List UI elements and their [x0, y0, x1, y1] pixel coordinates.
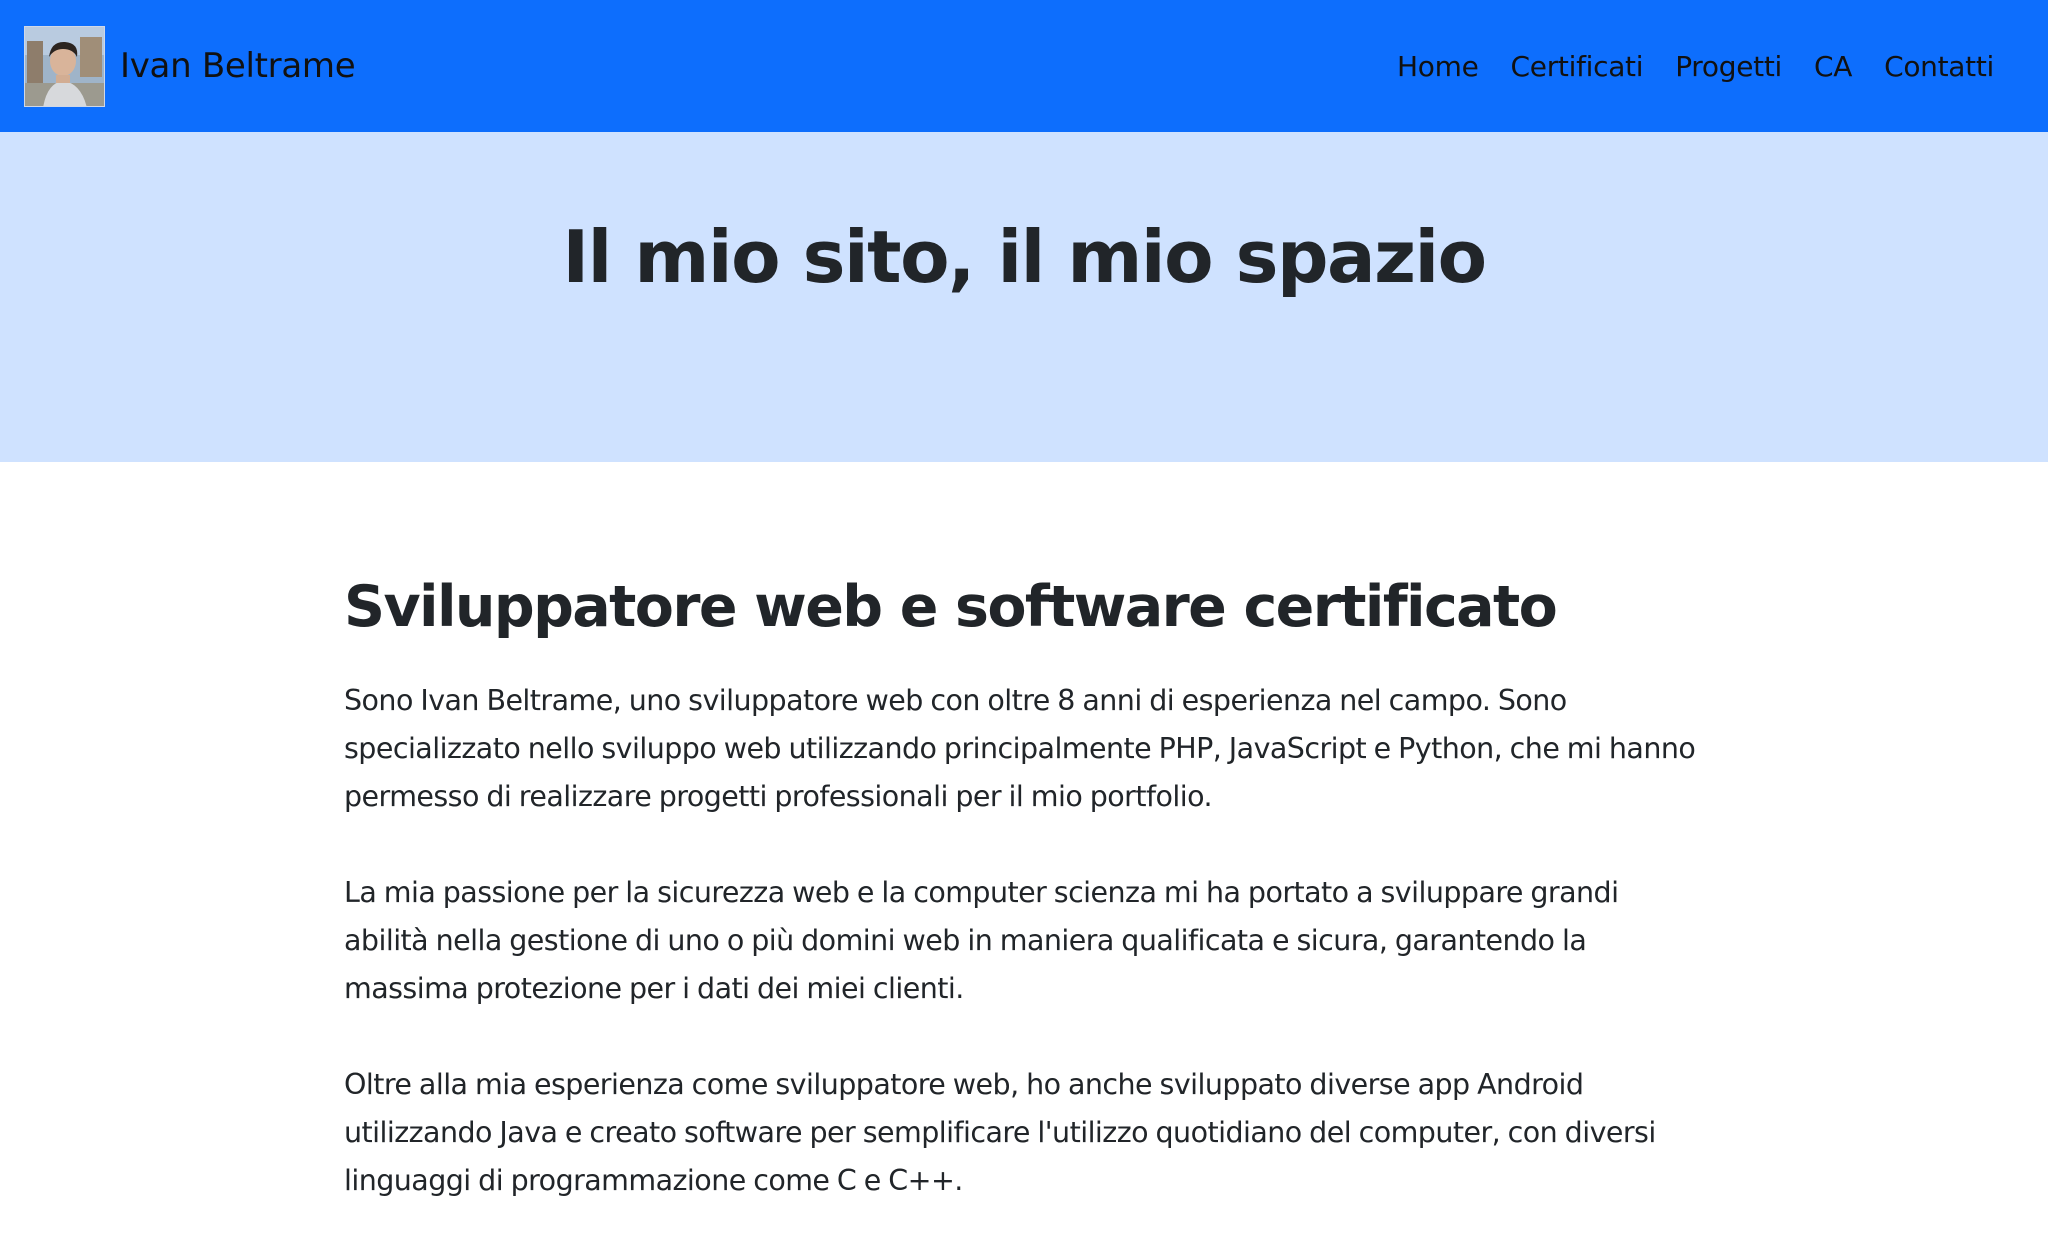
hero-banner: Il mio sito, il mio spazio	[0, 132, 2048, 462]
main-nav: Home Certificati Progetti CA Contatti	[1381, 50, 2024, 83]
about-heading: Sviluppatore web e software certificato	[344, 574, 1558, 640]
brand-name: Ivan Beltrame	[120, 46, 356, 86]
nav-link-home[interactable]: Home	[1381, 50, 1495, 83]
profile-avatar	[24, 25, 105, 107]
nav-link-ca[interactable]: CA	[1798, 50, 1868, 83]
about-section: Sviluppatore web e software certificato …	[344, 574, 1704, 1253]
about-paragraph: La mia passione per la sicurezza web e l…	[344, 875, 1619, 1005]
nav-link-certificati[interactable]: Certificati	[1495, 50, 1660, 83]
brand-link[interactable]: Ivan Beltrame	[24, 25, 356, 107]
top-navbar: Ivan Beltrame Home Certificati Progetti …	[0, 0, 2048, 132]
nav-link-progetti[interactable]: Progetti	[1659, 50, 1798, 83]
about-paragraph: Oltre alla mia esperienza come sviluppat…	[344, 1067, 1656, 1197]
nav-link-contatti[interactable]: Contatti	[1868, 50, 2010, 83]
about-paragraph: Sono Ivan Beltrame, uno sviluppatore web…	[344, 683, 1696, 813]
hero-title: Il mio sito, il mio spazio	[562, 215, 1487, 299]
profile-photo-image	[25, 26, 104, 106]
